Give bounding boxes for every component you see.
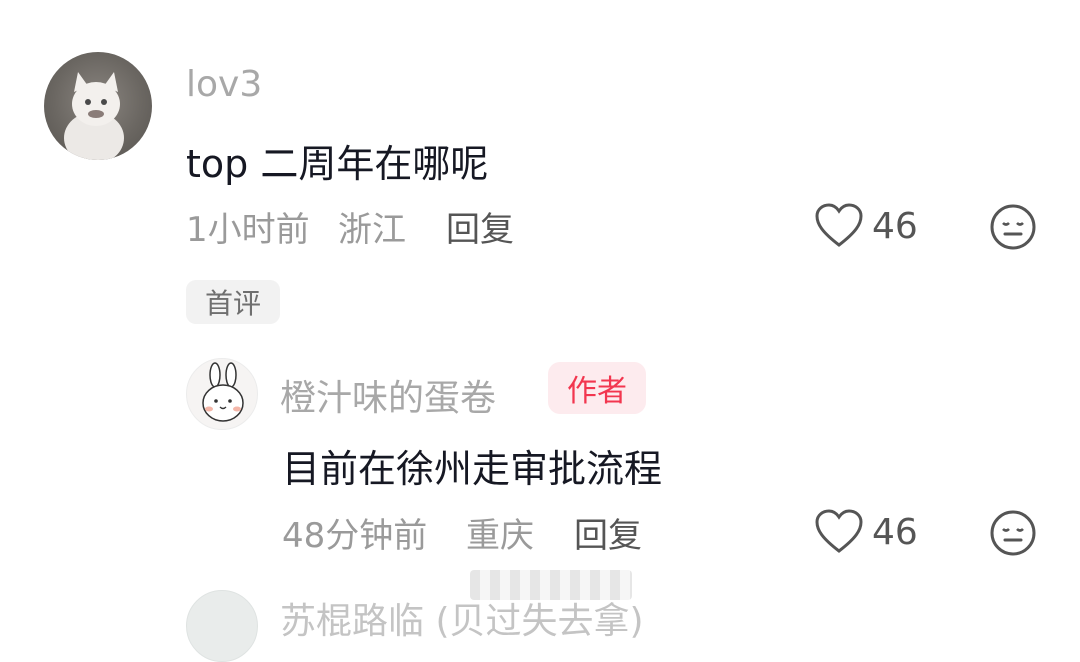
username[interactable]: lov3 [186,64,262,105]
username[interactable]: 苏棍路临 (贝过失去拿) [280,592,644,644]
bunny-avatar-icon [202,362,244,422]
like-count: 46 [872,512,918,553]
heart-outline-icon[interactable] [814,202,864,250]
first-comment-badge: 首评 [186,280,280,324]
heart-outline-icon[interactable] [814,508,864,556]
cat-avatar-icon [64,72,124,160]
comment-location: 浙江 [338,210,406,250]
avatar[interactable] [186,358,258,430]
reply-text: 目前在徐州走审批流程 [282,447,663,491]
avatar[interactable] [186,590,258,662]
neutral-face-icon[interactable] [988,508,1038,558]
comment-text: top 二周年在哪呢 [186,142,489,186]
reply-username[interactable]: 橙汁味的蛋卷 [280,369,496,421]
author-badge: 作者 [548,362,646,414]
like-count: 46 [872,206,918,247]
reply-location: 重庆 [466,516,534,556]
reply-button[interactable]: 回复 [574,508,642,557]
reply-time: 48分钟前 [282,516,428,556]
neutral-face-icon[interactable] [988,202,1038,252]
comment-time: 1小时前 [186,210,310,250]
avatar[interactable] [44,52,152,160]
reply-button[interactable]: 回复 [446,202,514,251]
